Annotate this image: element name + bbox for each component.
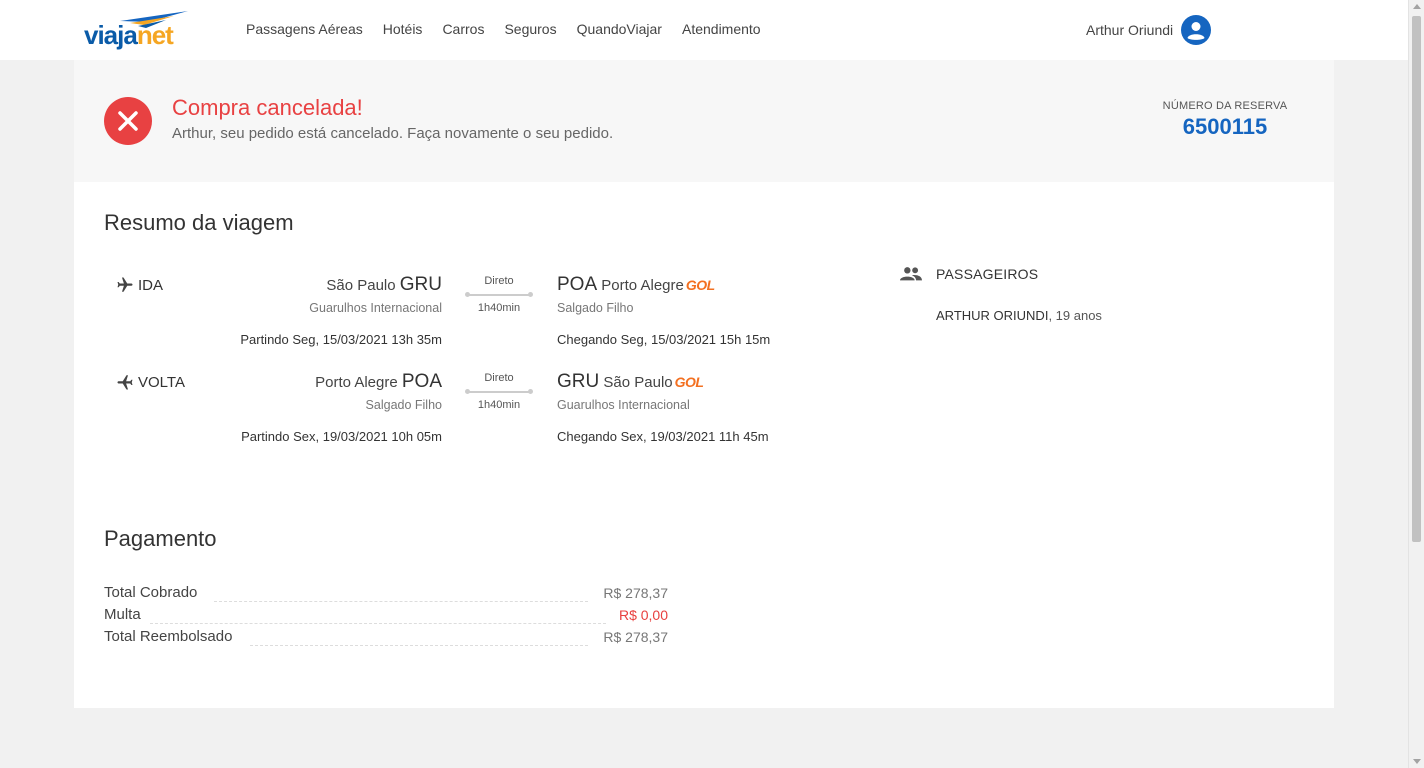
airplane-return-icon [117,375,133,390]
reservation-label: NÚMERO DA RESERVA [1162,100,1288,112]
payment-row-total-cobrado: Total Cobrado R$ 278,37 [104,584,668,606]
leg1-arrival-time: Chegando Seg, 15/03/2021 15h 15m [557,332,771,347]
leader-dots [214,601,588,602]
payment-value: R$ 278,37 [603,585,668,601]
leg-label-ida: IDA [116,276,163,294]
status-title: Compra cancelada! [172,95,363,120]
people-icon [900,267,922,281]
top-header: viajanet Passagens Aéreas Hotéis Carros … [0,0,1408,60]
user-avatar-icon[interactable] [1181,15,1212,45]
nav-atendimento[interactable]: Atendimento [682,21,761,37]
cancellation-banner: Compra cancelada! Arthur, seu pedido est… [74,60,1334,182]
leg2-destination-city: GRU São Paulo GOL [557,371,704,392]
nav-quandoviajar[interactable]: QuandoViajar [577,21,662,37]
scroll-down-arrow-icon[interactable] [1413,759,1421,764]
main-nav: Passagens Aéreas Hotéis Carros Seguros Q… [246,21,781,37]
payment-value: R$ 278,37 [603,629,668,645]
payment-label: Multa [104,606,141,623]
leg1-stops: Direto [484,275,514,287]
leg1-origin-airport: Guarulhos Internacional [309,301,442,315]
leg2-destination-airport: Guarulhos Internacional [557,398,690,412]
cancel-x-icon [104,97,152,145]
nav-passagens-aereas[interactable]: Passagens Aéreas [246,21,363,37]
user-menu[interactable]: Arthur Oriundi [1086,15,1212,45]
passengers-header: PASSAGEIROS [900,266,1038,282]
passenger-item: ARTHUR ORIUNDI, 19 anos [936,308,1102,323]
leg1-origin-city: São Paulo GRU [326,274,442,295]
leg-label-volta: VOLTA [116,373,185,391]
leg1-flight-info: Direto 1h40min [463,275,535,314]
payment-row-multa: Multa R$ 0,00 [104,606,668,628]
leg1-departure-time: Partindo Seg, 15/03/2021 13h 35m [240,332,442,347]
airplane-departure-icon [117,277,133,292]
nav-carros[interactable]: Carros [442,21,484,37]
user-name[interactable]: Arthur Oriundi [1086,22,1173,38]
payment-label: Total Cobrado [104,584,198,601]
leg2-flight-info: Direto 1h40min [463,372,535,411]
payment-row-total-reembolsado: Total Reembolsado R$ 278,37 [104,628,668,650]
leg1-destination-airport: Salgado Filho [557,301,634,315]
status-message: Arthur, seu pedido está cancelado. Faça … [172,125,614,142]
leg2-origin-city: Porto Alegre POA [315,371,442,392]
leader-dots [150,623,606,624]
payment-title: Pagamento [104,526,217,551]
leg1-destination-city: POA Porto Alegre GOL [557,274,715,295]
nav-seguros[interactable]: Seguros [504,21,556,37]
order-details-card: Resumo da viagem IDA São Paulo GRU Guaru… [74,182,1334,708]
passenger-age: , 19 anos [1048,308,1102,323]
leg2-stops: Direto [484,372,514,384]
leg2-departure-time: Partindo Sex, 19/03/2021 10h 05m [241,429,442,444]
leg2-route-line [465,389,533,394]
payment-label: Total Reembolsado [104,628,233,645]
leg1-duration: 1h40min [477,302,521,314]
scroll-thumb[interactable] [1412,16,1421,542]
leg2-origin-airport: Salgado Filho [365,398,442,412]
passenger-name: ARTHUR ORIUNDI [936,308,1049,323]
trip-summary-title: Resumo da viagem [104,210,294,235]
payment-value: R$ 0,00 [618,607,668,623]
viajanet-logo[interactable]: viajanet [84,9,194,51]
leg1-route-line [465,292,533,297]
leg2-duration: 1h40min [477,399,521,411]
leg2-arrival-time: Chegando Sex, 19/03/2021 11h 45m [557,429,769,444]
nav-hoteis[interactable]: Hotéis [383,21,423,37]
logo-wordmark: viajanet [84,20,174,50]
scroll-up-arrow-icon[interactable] [1413,4,1421,9]
leader-dots [250,645,588,646]
reservation-number: 6500115 [1182,114,1268,139]
page-scrollbar[interactable] [1408,0,1424,768]
gol-airline-logo: GOL [674,374,704,390]
gol-airline-logo: GOL [685,277,715,293]
